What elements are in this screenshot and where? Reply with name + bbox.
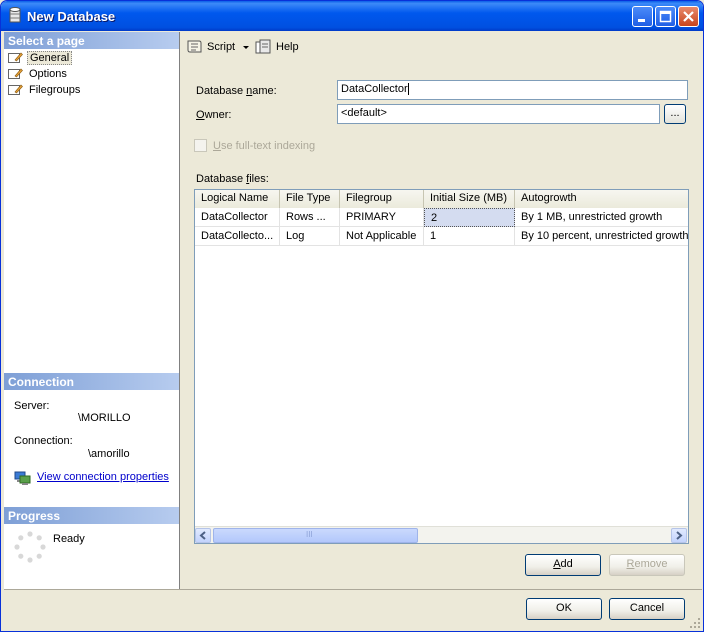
connection-properties-icon	[14, 471, 31, 485]
help-button[interactable]: Help	[255, 39, 299, 55]
page-item-general[interactable]: General	[8, 50, 73, 65]
checkbox-box[interactable]	[194, 139, 207, 152]
progress-spinner-icon	[14, 531, 46, 563]
database-icon	[9, 7, 21, 23]
cell-file-type[interactable]: Log	[280, 227, 340, 246]
cell-initial-size[interactable]: 1	[424, 227, 515, 246]
cell-initial-size[interactable]: 2	[424, 208, 515, 227]
page-item-label: General	[27, 50, 73, 65]
progress-header: Progress	[4, 507, 179, 524]
cancel-button[interactable]: Cancel	[609, 598, 685, 620]
table-row[interactable]: DataCollector Rows ... PRIMARY 2 By 1 MB…	[195, 208, 688, 227]
chevron-right-icon	[676, 531, 683, 540]
column-header-initial-size[interactable]: Initial Size (MB)	[424, 190, 515, 208]
connection-header: Connection	[4, 373, 179, 390]
close-icon	[683, 11, 694, 22]
new-database-dialog: New Database Select a page General Optio…	[0, 0, 704, 632]
page-item-label: Options	[29, 67, 67, 80]
column-header-filegroup[interactable]: Filegroup	[340, 190, 424, 208]
cell-logical-name[interactable]: DataCollecto...	[195, 227, 280, 246]
scroll-left-button[interactable]	[195, 528, 211, 543]
script-label: Script	[207, 41, 236, 53]
close-button[interactable]	[678, 6, 699, 27]
chevron-left-icon	[199, 531, 206, 540]
cell-file-type[interactable]: Rows ...	[280, 208, 340, 227]
minimize-icon	[638, 19, 645, 22]
page-item-label: Filegroups	[29, 83, 81, 96]
progress-status: Ready	[53, 533, 85, 545]
server-value: \MORILLO	[78, 412, 131, 424]
cell-filegroup[interactable]: Not Applicable	[340, 227, 424, 246]
view-connection-properties-link[interactable]: View connection properties	[37, 471, 169, 483]
database-files-grid[interactable]: Logical Name File Type Filegroup Initial…	[194, 189, 689, 544]
maximize-button[interactable]	[655, 6, 676, 27]
scroll-thumb-grip: III	[306, 530, 313, 539]
page-wrench-icon	[8, 52, 23, 63]
select-page-header: Select a page	[4, 32, 179, 49]
grid-header: Logical Name File Type Filegroup Initial…	[195, 190, 688, 208]
general-page-panel: Database name: DataCollector Owner: <def…	[182, 69, 700, 589]
database-name-label: Database name:	[196, 85, 277, 97]
column-header-autogrowth[interactable]: Autogrowth	[515, 190, 688, 208]
add-button[interactable]: Add	[525, 554, 601, 576]
page-wrench-icon	[8, 68, 23, 79]
owner-browse-button[interactable]: ...	[664, 104, 686, 124]
ok-button[interactable]: OK	[526, 598, 602, 620]
window-title: New Database	[27, 9, 116, 24]
column-header-logical-name[interactable]: Logical Name	[195, 190, 280, 208]
script-icon	[187, 40, 202, 53]
resize-grip-icon[interactable]	[689, 617, 701, 629]
cell-filegroup[interactable]: PRIMARY	[340, 208, 424, 227]
page-wrench-icon	[8, 84, 23, 95]
dropdown-arrow-icon[interactable]	[240, 42, 252, 52]
maximize-icon	[659, 10, 672, 23]
script-button[interactable]: Script	[186, 39, 252, 55]
title-bar[interactable]: New Database	[1, 1, 703, 31]
cell-logical-name[interactable]: DataCollector	[195, 208, 280, 227]
fulltext-indexing-checkbox[interactable]: Use full-text indexing	[194, 139, 315, 152]
help-label: Help	[276, 41, 299, 53]
database-files-label: Database files:	[196, 173, 269, 185]
server-label: Server:	[14, 400, 50, 412]
cell-autogrowth[interactable]: By 1 MB, unrestricted growth	[515, 208, 688, 227]
column-header-file-type[interactable]: File Type	[280, 190, 340, 208]
remove-button[interactable]: Remove	[609, 554, 685, 576]
owner-label: Owner:	[196, 109, 232, 121]
owner-input[interactable]: <default>	[337, 104, 660, 124]
connection-label: Connection:	[14, 435, 73, 447]
connection-value: \amorillo	[88, 448, 130, 460]
divider	[4, 589, 702, 590]
scroll-right-button[interactable]	[671, 528, 687, 543]
minimize-button[interactable]	[632, 6, 653, 27]
horizontal-scrollbar[interactable]: III	[195, 526, 688, 543]
database-name-input[interactable]: DataCollector	[337, 80, 688, 100]
scroll-thumb[interactable]: III	[213, 528, 418, 543]
table-row[interactable]: DataCollecto... Log Not Applicable 1 By …	[195, 227, 688, 246]
page-item-filegroups[interactable]: Filegroups	[8, 82, 82, 97]
toolbar: Script Help	[182, 36, 700, 60]
page-item-options[interactable]: Options	[8, 66, 69, 81]
left-pane: Select a page General Options Filegroups…	[4, 32, 180, 589]
help-icon	[255, 39, 271, 54]
cell-autogrowth[interactable]: By 10 percent, unrestricted growth	[515, 227, 688, 246]
